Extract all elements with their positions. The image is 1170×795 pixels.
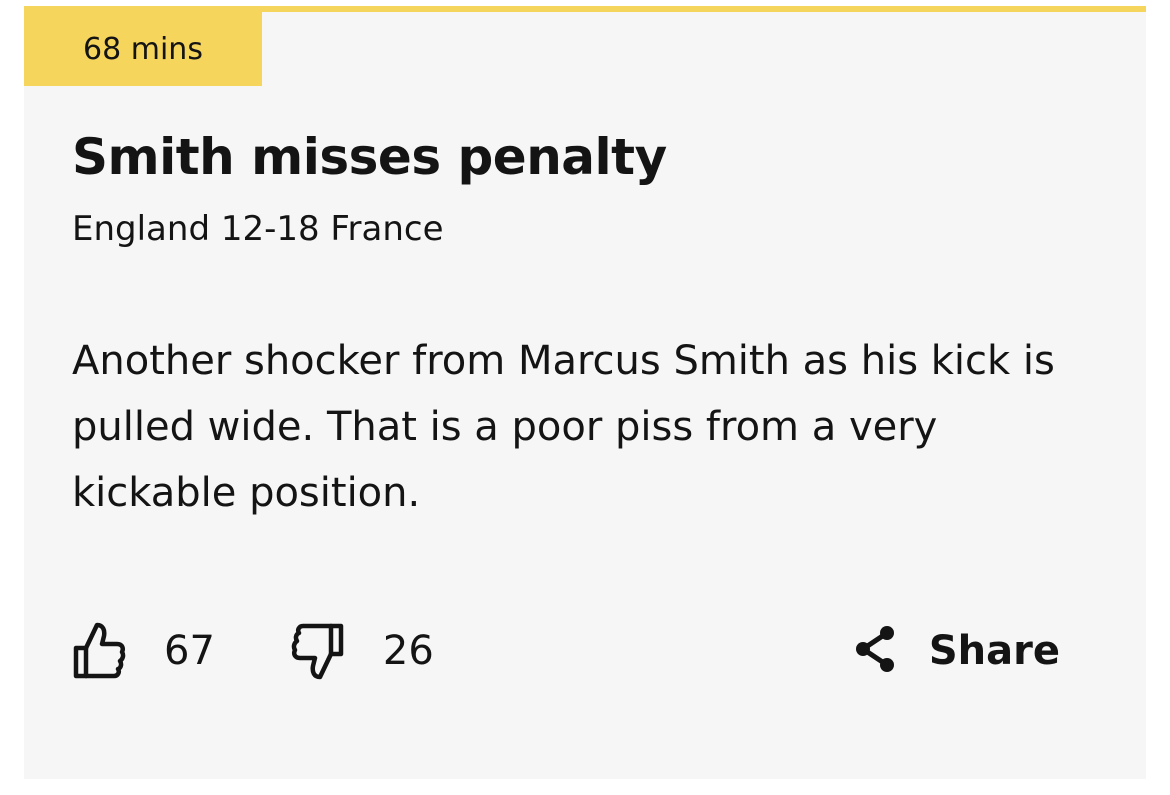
dislike-count: 26 [382,628,434,674]
share-icon [853,625,897,677]
share-label: Share [928,628,1060,674]
match-score: England 12-18 France [72,209,444,249]
live-update-card: 68 mins Smith misses penalty England 12-… [24,6,1146,779]
dislike-button[interactable]: 26 [291,621,434,681]
like-button[interactable]: 67 [72,621,215,681]
thumbs-down-icon [291,621,345,681]
reaction-bar: 67 26 [72,618,434,684]
thumbs-up-icon [72,621,126,681]
share-button[interactable]: Share [853,618,1060,684]
post-title: Smith misses penalty [72,128,667,186]
time-badge: 68 mins [24,12,262,86]
post-body: Another shocker from Marcus Smith as his… [72,338,1055,516]
like-count: 67 [164,628,215,674]
